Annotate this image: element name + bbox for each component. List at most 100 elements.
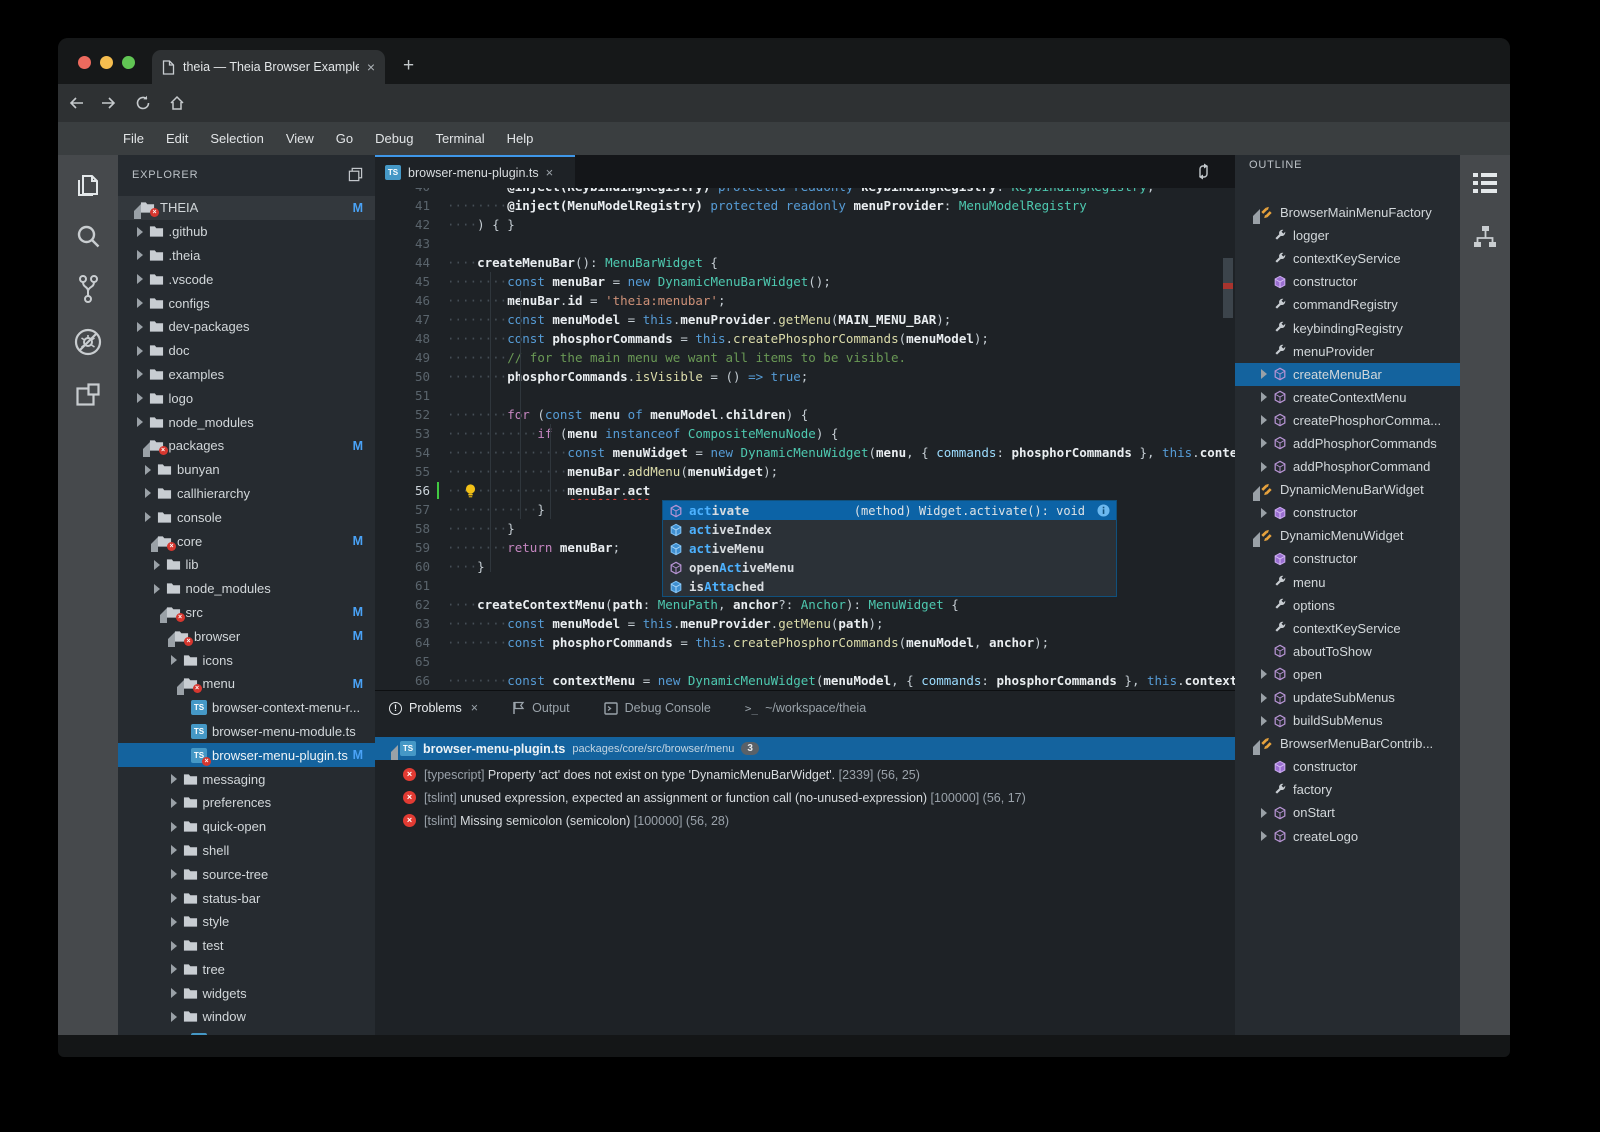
- debug-disabled-icon[interactable]: [73, 327, 103, 357]
- expand-icon[interactable]: [169, 988, 179, 999]
- zoom-window-button[interactable]: [122, 56, 135, 69]
- expand-icon[interactable]: [135, 393, 145, 404]
- outline-view-icon[interactable]: [1472, 171, 1498, 195]
- expand-icon[interactable]: [135, 345, 145, 356]
- outline-item-open[interactable]: open: [1235, 663, 1460, 686]
- collapse-icon[interactable]: [126, 203, 141, 219]
- expand-icon[interactable]: [383, 744, 398, 760]
- collapse-icon[interactable]: [160, 631, 175, 648]
- new-tab-button[interactable]: +: [403, 56, 414, 75]
- problem-row[interactable]: × [typescript] Property 'act' does not ex…: [375, 763, 1235, 786]
- problem-row[interactable]: × [tslint] unused expression, expected an…: [375, 786, 1235, 809]
- expand-icon[interactable]: [135, 417, 145, 428]
- extensions-icon[interactable]: [75, 382, 102, 409]
- tree-item-preferences[interactable]: preferences: [118, 791, 375, 815]
- menu-item-edit[interactable]: Edit: [155, 131, 199, 146]
- outline-item-dynamicmenuwidget[interactable]: DynamicMenuWidget: [1235, 524, 1460, 547]
- tree-item-browser-context-menu-r-[interactable]: TS browser-context-menu-r...: [118, 696, 375, 720]
- suggestion-info-icon[interactable]: [1097, 504, 1110, 517]
- menu-item-go[interactable]: Go: [325, 131, 364, 146]
- call-hierarchy-view-icon[interactable]: [1472, 224, 1498, 250]
- menu-item-file[interactable]: File: [112, 131, 155, 146]
- outline-item-keybindingregistry[interactable]: keybindingRegistry: [1235, 316, 1460, 339]
- collapse-icon[interactable]: [135, 441, 150, 457]
- expand-icon[interactable]: [143, 488, 153, 499]
- editor-tab[interactable]: TS browser-menu-plugin.ts ×: [375, 155, 575, 188]
- expand-icon[interactable]: [143, 512, 153, 523]
- panel-tab-debug-console[interactable]: Debug Console: [603, 701, 711, 715]
- tree-item-node-modules[interactable]: node_modules: [118, 577, 375, 601]
- expand-icon[interactable]: [169, 845, 179, 856]
- tree-item-shell[interactable]: shell: [118, 839, 375, 863]
- expand-icon[interactable]: [169, 797, 179, 808]
- expand-icon[interactable]: [135, 369, 145, 380]
- outline-item-menu[interactable]: menu: [1235, 571, 1460, 594]
- tree-item-dev-packages[interactable]: dev-packages: [118, 315, 375, 339]
- collapse-folders-icon[interactable]: [348, 167, 363, 182]
- tree-item-status-bar[interactable]: status-bar: [118, 886, 375, 910]
- expand-icon[interactable]: [1259, 507, 1269, 518]
- outline-item-options[interactable]: options: [1235, 594, 1460, 617]
- files-view-icon[interactable]: [75, 171, 101, 199]
- tree-item-doc[interactable]: doc: [118, 339, 375, 363]
- expand-icon[interactable]: [135, 321, 145, 332]
- outline-item-addphosphorcommands[interactable]: addPhosphorCommands: [1235, 432, 1460, 455]
- expand-icon[interactable]: [1259, 392, 1269, 403]
- tree-item--github[interactable]: .github: [118, 220, 375, 244]
- expand-icon[interactable]: [169, 916, 179, 927]
- expand-icon[interactable]: [1259, 415, 1269, 426]
- reload-icon[interactable]: [126, 95, 160, 111]
- tree-item-src[interactable]: × src M: [118, 601, 375, 625]
- tree-item-window[interactable]: window: [118, 1005, 375, 1029]
- tree-item-browser[interactable]: × browser M: [118, 624, 375, 648]
- expand-icon[interactable]: [1259, 715, 1269, 726]
- expand-icon[interactable]: [169, 893, 179, 903]
- expand-icon[interactable]: [169, 1011, 179, 1022]
- tree-item-packages[interactable]: × packages M: [118, 434, 375, 458]
- tree-item-configs[interactable]: configs: [118, 291, 375, 315]
- panel-tab-close-icon[interactable]: ×: [471, 701, 478, 715]
- tree-item-browser-menu-plugin-ts[interactable]: TS × browser-menu-plugin.ts M: [118, 743, 375, 768]
- problem-row[interactable]: × [tslint] Missing semicolon (semicolon) …: [375, 809, 1235, 832]
- collapse-icon[interactable]: [1245, 485, 1260, 501]
- forward-icon[interactable]: [92, 95, 126, 111]
- tree-item-theia[interactable]: × THEIA M: [118, 196, 375, 220]
- expand-icon[interactable]: [152, 559, 162, 570]
- tree-item-messaging[interactable]: messaging: [118, 767, 375, 791]
- outline-item-contextkeyservice[interactable]: contextKeyService: [1235, 247, 1460, 270]
- tree-item-source-tree[interactable]: source-tree: [118, 862, 375, 886]
- outline-item-constructor[interactable]: constructor: [1235, 755, 1460, 778]
- tree-item-menu[interactable]: × menu M: [118, 672, 375, 696]
- problems-file-row[interactable]: TS browser-menu-plugin.ts packages/core/…: [375, 737, 1235, 760]
- source-control-icon[interactable]: [76, 274, 100, 304]
- suggestion-item[interactable]: activeMenu: [663, 539, 1116, 558]
- tree-item-bunyan[interactable]: bunyan: [118, 458, 375, 482]
- outline-item-createlogo[interactable]: createLogo: [1235, 825, 1460, 848]
- tree-item-lib[interactable]: lib: [118, 553, 375, 577]
- tab-close-icon[interactable]: ×: [367, 59, 375, 75]
- tree-item-examples[interactable]: examples: [118, 363, 375, 387]
- expand-icon[interactable]: [135, 298, 145, 309]
- collapse-icon[interactable]: [143, 536, 158, 553]
- outline-item-factory[interactable]: factory: [1235, 778, 1460, 801]
- minimize-window-button[interactable]: [100, 56, 113, 69]
- panel-tab-output[interactable]: Output: [512, 701, 570, 715]
- collapse-icon[interactable]: [1245, 531, 1260, 547]
- expand-icon[interactable]: [152, 583, 162, 594]
- expand-icon[interactable]: [169, 774, 179, 785]
- collapse-icon[interactable]: [152, 607, 167, 624]
- outline-item-commandregistry[interactable]: commandRegistry: [1235, 293, 1460, 316]
- panel-tab-problems[interactable]: ! Problems ×: [389, 701, 478, 715]
- quick-fix-lightbulb-icon[interactable]: [464, 483, 477, 499]
- tree-item-tree[interactable]: tree: [118, 958, 375, 982]
- outline-item-addphosphorcommand[interactable]: addPhosphorCommand: [1235, 455, 1460, 478]
- tree-item-widgets[interactable]: widgets: [118, 981, 375, 1005]
- expand-icon[interactable]: [143, 464, 153, 475]
- expand-icon[interactable]: [1259, 692, 1269, 703]
- close-window-button[interactable]: [78, 56, 91, 69]
- outline-item-createmenubar[interactable]: createMenuBar: [1235, 362, 1460, 386]
- menu-item-debug[interactable]: Debug: [364, 131, 424, 146]
- outline-item-constructor[interactable]: constructor: [1235, 547, 1460, 570]
- tree-item-quick-open[interactable]: quick-open: [118, 815, 375, 839]
- tree-item--theia[interactable]: .theia: [118, 244, 375, 268]
